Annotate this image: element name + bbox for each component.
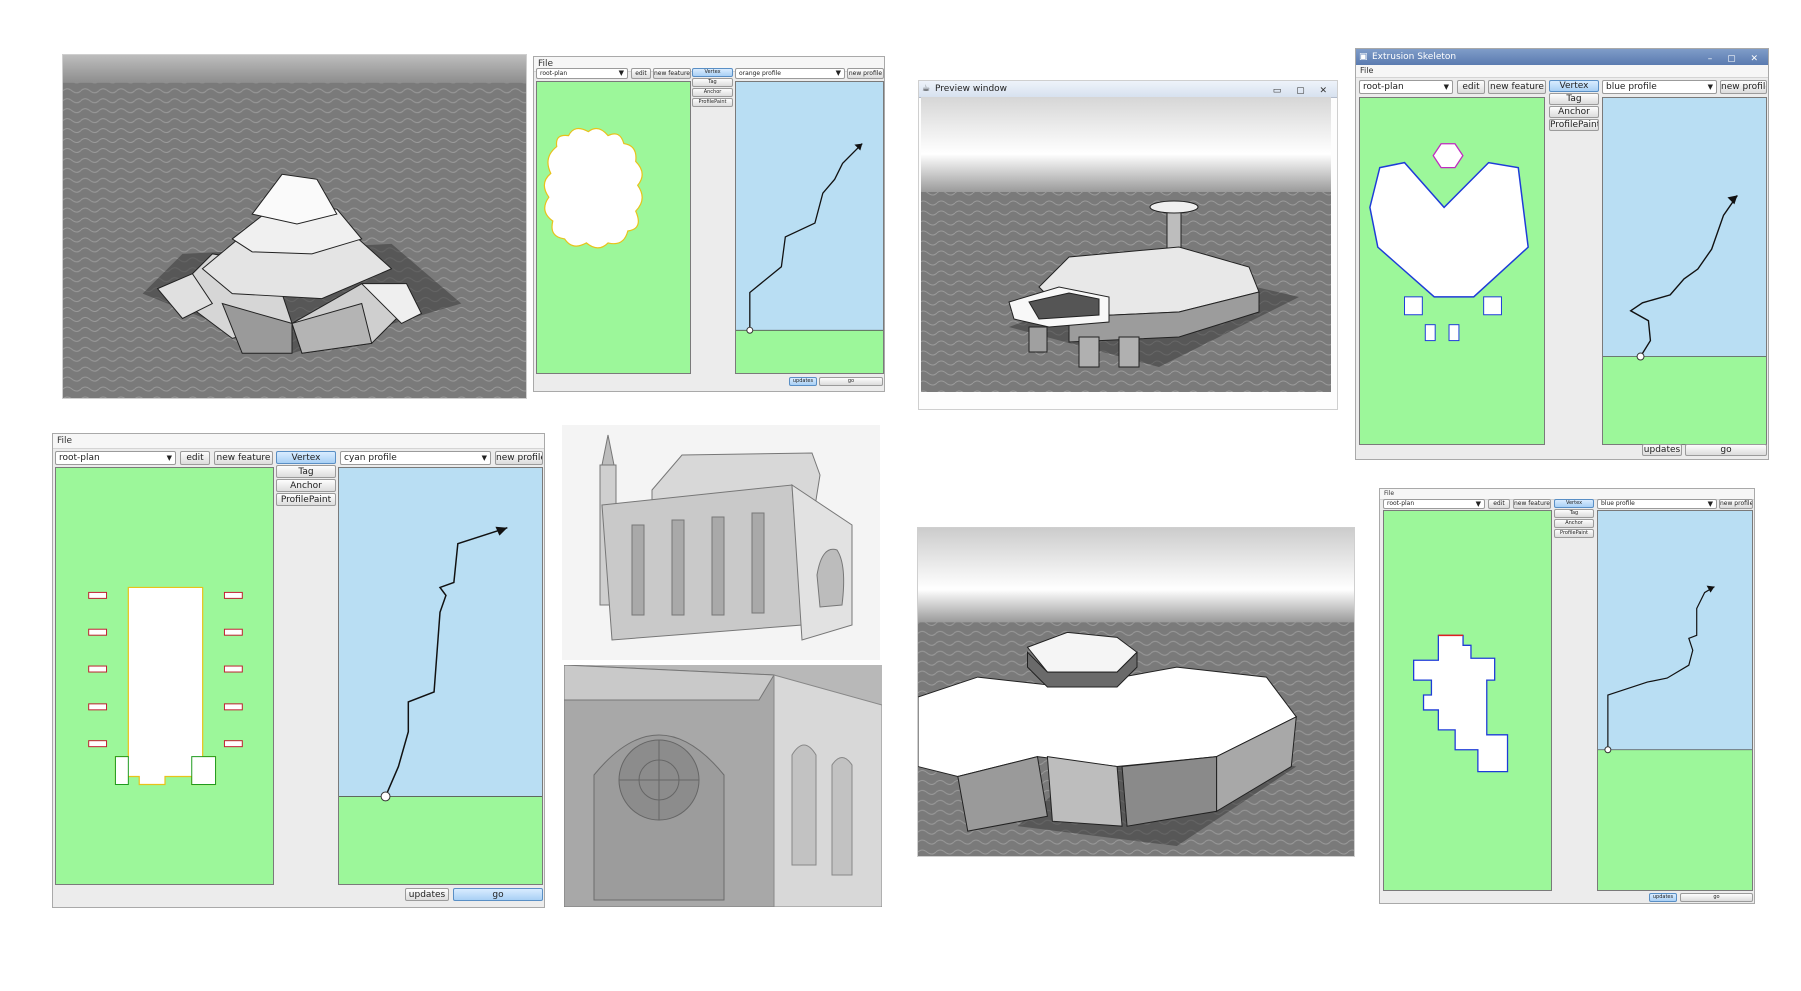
plan-select[interactable]: root-plan ▼ <box>536 68 628 79</box>
app-icon: ▣ <box>1359 52 1368 62</box>
profile-paint-button[interactable]: ProfilePaint <box>276 493 336 506</box>
preview-window: ☕ Preview window ▭ ▢ ✕ <box>918 80 1338 410</box>
chevron-down-icon: ▼ <box>1475 500 1481 508</box>
vertex-button[interactable]: Vertex <box>276 451 336 464</box>
tag-button[interactable]: Tag <box>692 78 733 87</box>
chevron-down-icon: ▼ <box>1443 83 1449 91</box>
tag-button[interactable]: Tag <box>1549 93 1599 105</box>
vertex-button[interactable]: Vertex <box>692 68 733 77</box>
go-button[interactable]: go <box>1680 893 1753 902</box>
menu-file[interactable]: File <box>1356 65 1768 78</box>
edit-button[interactable]: edit <box>180 451 210 465</box>
profile-paint-button[interactable]: ProfilePaint <box>692 98 733 107</box>
render-view-1 <box>62 54 527 399</box>
cathedral-window-render <box>564 665 882 907</box>
vertex-button[interactable]: Vertex <box>1549 80 1599 92</box>
anchor-button[interactable]: Anchor <box>692 88 733 97</box>
tag-button[interactable]: Tag <box>276 465 336 478</box>
profile-select[interactable]: cyan profile ▼ <box>340 451 491 465</box>
vertex-button[interactable]: Vertex <box>1554 499 1594 508</box>
edit-button[interactable]: edit <box>1457 80 1485 94</box>
new-profile-button[interactable]: new profile <box>1719 499 1753 509</box>
profile-select[interactable]: orange profile ▼ <box>735 68 845 79</box>
anchor-button[interactable]: Anchor <box>1549 106 1599 118</box>
updates-button[interactable]: updates <box>405 888 449 901</box>
go-button[interactable]: go <box>1685 444 1767 456</box>
plan-canvas[interactable] <box>1383 510 1552 891</box>
plan-select[interactable]: root-plan ▼ <box>1359 80 1453 94</box>
profile-paint-button[interactable]: ProfilePaint <box>1554 529 1594 538</box>
chevron-down-icon: ▼ <box>166 454 172 462</box>
profile-paint-button[interactable]: ProfilePaint <box>1549 119 1599 131</box>
anchor-button[interactable]: Anchor <box>1554 519 1594 528</box>
new-feature-button[interactable]: new feature <box>1513 499 1551 509</box>
chevron-down-icon: ▼ <box>481 454 487 462</box>
editor-window-4: File root-plan ▼ edit new feature Vertex … <box>1379 488 1755 904</box>
new-profile-button[interactable]: new profile <box>1720 80 1767 94</box>
edit-button[interactable]: edit <box>631 68 651 79</box>
go-button[interactable]: go <box>453 888 543 901</box>
updates-button[interactable]: updates <box>1642 444 1682 456</box>
tag-button[interactable]: Tag <box>1554 509 1594 518</box>
chevron-down-icon: ▼ <box>1707 500 1713 508</box>
plan-select[interactable]: root-plan ▼ <box>1383 499 1485 509</box>
new-feature-button[interactable]: new feature <box>1488 80 1546 94</box>
profile-canvas[interactable] <box>338 467 543 885</box>
new-profile-button[interactable]: new profile <box>495 451 543 465</box>
window-title: Extrusion Skeleton <box>1372 52 1457 62</box>
preview-window-title: Preview window <box>935 84 1008 94</box>
profile-canvas[interactable] <box>735 81 884 374</box>
new-feature-button[interactable]: new feature <box>214 451 273 465</box>
chevron-down-icon: ▼ <box>835 69 841 77</box>
profile-select[interactable]: blue profile ▼ <box>1602 80 1717 94</box>
plan-canvas[interactable] <box>55 467 274 885</box>
updates-button[interactable]: updates <box>789 377 817 386</box>
profile-canvas[interactable] <box>1597 510 1753 891</box>
edit-button[interactable]: edit <box>1488 499 1510 509</box>
new-profile-button[interactable]: new profile <box>847 68 884 79</box>
plan-select[interactable]: root-plan ▼ <box>55 451 176 465</box>
render-view-3 <box>917 527 1355 857</box>
editor-window-3: File root-plan ▼ edit new feature Vertex … <box>52 433 545 908</box>
editor-window-2: ▣ Extrusion Skeleton – ▢ ✕ File root-pla… <box>1355 48 1769 460</box>
plan-canvas[interactable] <box>1359 97 1545 445</box>
chevron-down-icon: ▼ <box>1707 83 1713 91</box>
plan-canvas[interactable] <box>536 81 691 374</box>
java-icon: ☕ <box>922 84 931 94</box>
anchor-button[interactable]: Anchor <box>276 479 336 492</box>
editor-window-1: File root-plan ▼ edit new feature Vertex … <box>533 56 885 392</box>
profile-select[interactable]: blue profile ▼ <box>1597 499 1717 509</box>
go-button[interactable]: go <box>819 377 883 386</box>
menu-file[interactable]: File <box>53 434 544 449</box>
chevron-down-icon: ▼ <box>618 69 624 77</box>
profile-canvas[interactable] <box>1602 97 1767 445</box>
updates-button[interactable]: updates <box>1649 893 1677 902</box>
cathedral-exterior-render <box>562 425 880 660</box>
new-feature-button[interactable]: new feature <box>653 68 691 79</box>
